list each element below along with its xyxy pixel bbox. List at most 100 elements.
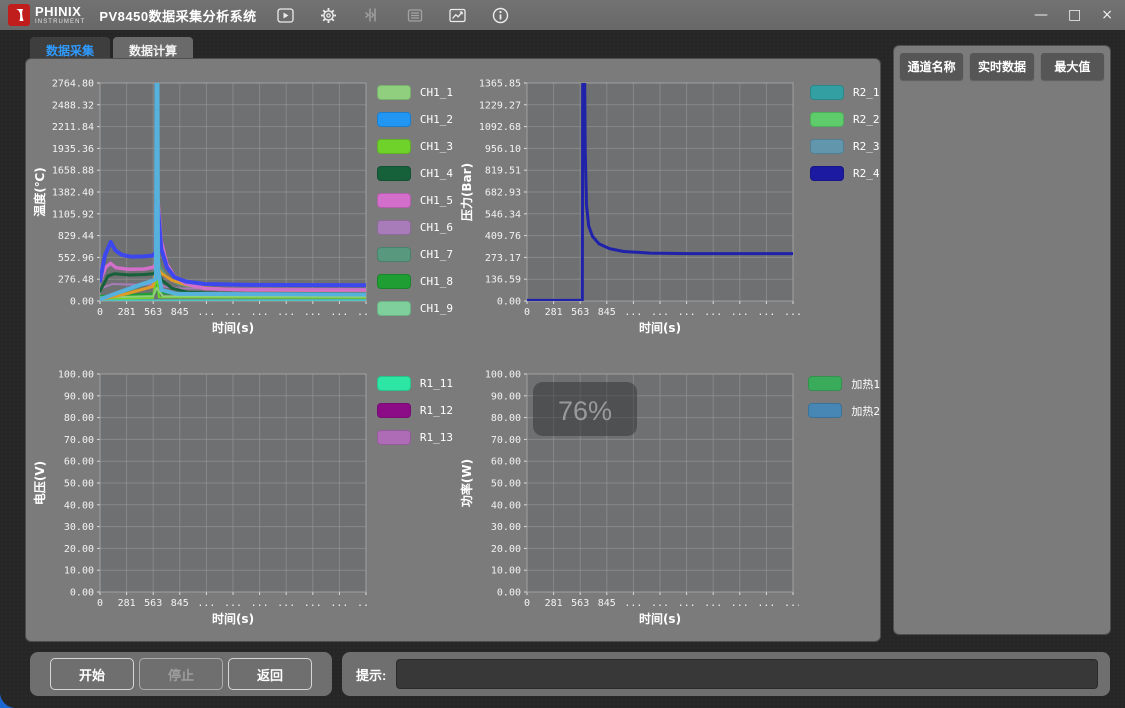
x-tick-label: ... [224,598,242,609]
x-tick-label: 281 [545,598,563,609]
chart-edit-icon[interactable] [449,6,467,24]
x-tick-label: 0 [524,307,530,318]
x-tick-label: ... [197,598,215,609]
maximize-button[interactable]: □ [1068,8,1081,22]
legend-swatch [810,166,844,181]
legend-item: R2_4 [810,166,880,181]
x-tick-label: ... [731,598,749,609]
y-tick-label: 40.00 [64,500,94,511]
legend-item: CH1_1 [377,85,453,100]
realtime-data-button[interactable]: 实时数据 [970,53,1033,80]
y-tick-label: 2764.80 [52,79,94,90]
x-tick-label: 0 [97,307,103,318]
stop-button[interactable]: 停止 [139,658,223,690]
gear-icon[interactable] [320,6,338,24]
start-button[interactable]: 开始 [50,658,134,690]
y-tick-label: 682.93 [485,188,521,199]
legend-item: CH1_7 [377,247,453,262]
channels-icon[interactable] [363,6,381,24]
legend-label: CH1_5 [420,194,453,207]
x-tick-label: ... [757,307,775,318]
x-tick-label: ... [277,307,295,318]
y-tick-label: 1229.27 [479,100,521,111]
x-tick-label: ... [224,307,242,318]
y-tick-label: 546.34 [485,209,521,220]
progress-percent: 76% [558,396,612,426]
y-tick-label: 276.48 [58,275,94,286]
play-icon[interactable] [277,6,295,24]
legend-label: CH1_6 [420,221,453,234]
x-tick-label: 563 [144,598,162,609]
data-table-body [900,80,1104,625]
brand-logo-icon [8,4,30,26]
temperature-chart: 温度(℃)2764.802488.322211.841935.361658.88… [26,59,453,350]
hint-input[interactable] [396,659,1098,689]
y-tick-label: 0.00 [70,588,94,599]
window-title: PV8450数据采集分析系统 [99,6,256,25]
brand-subtitle: INSTRUMENT [35,19,85,25]
app-window: PHINIX INSTRUMENT PV8450数据采集分析系统 [0,0,1125,708]
legend-swatch [377,139,411,154]
info-icon[interactable] [492,6,510,24]
y-tick-label: 80.00 [491,413,521,424]
legend-label: CH1_3 [420,140,453,153]
legend-item: R1_12 [377,403,453,418]
x-tick-label: ... [197,307,215,318]
y-tick-label: 90.00 [491,391,521,402]
brand-text: PHINIX INSTRUMENT [35,5,85,25]
y-tick-label: 1382.40 [52,188,94,199]
temperature-plot: 温度(℃)2764.802488.322211.841935.361658.88… [32,73,368,337]
hint-bar: 提示: [342,652,1110,696]
x-tick-label: 845 [171,598,189,609]
pressure-legend: R2_1R2_2R2_3R2_4 [810,85,880,329]
minimize-button[interactable]: — [1034,8,1048,22]
y-tick-label: 20.00 [64,544,94,555]
legend-label: 加热2 [851,403,880,419]
close-button[interactable]: × [1101,8,1113,22]
pressure-chart: 压力(Bar)1365.851229.271092.68956.10819.51… [453,59,880,350]
y-tick-label: 10.00 [491,566,521,577]
y-tick-label: 60.00 [491,457,521,468]
channel-name-button[interactable]: 通道名称 [900,53,963,80]
legend-item: CH1_9 [377,301,453,316]
y-tick-label: 829.44 [58,231,94,242]
voltage-plot: 电压(V)100.0090.0080.0070.0060.0050.0040.0… [32,364,368,628]
y-tick-label: 50.00 [64,479,94,490]
legend-swatch [810,85,844,100]
y-tick-label: 60.00 [64,457,94,468]
legend-label: R2_4 [853,167,880,180]
x-tick-label: ... [251,598,269,609]
x-tick-label: 281 [118,307,136,318]
x-tick-label: ... [624,598,642,609]
x-axis-label: 时间(s) [212,611,254,626]
legend-label: CH1_9 [420,302,453,315]
legend-item: CH1_4 [377,166,453,181]
y-tick-label: 956.10 [485,144,521,155]
y-tick-label: 409.76 [485,231,521,242]
y-axis-label: 温度(℃) [32,167,47,217]
legend-item: CH1_6 [377,220,453,235]
max-value-button[interactable]: 最大值 [1041,53,1104,80]
legend-swatch [377,220,411,235]
content-area: 数据采集 数据计算 温度(℃)2764.802488.322211.841935… [0,30,1125,708]
x-tick-label: ... [704,598,722,609]
legend-label: R1_11 [420,377,453,390]
toolbar [277,6,510,24]
back-button[interactable]: 返回 [228,658,312,690]
display-icon[interactable] [406,6,424,24]
x-tick-label: ... [357,307,368,318]
legend-item: CH1_8 [377,274,453,289]
x-tick-label: ... [704,307,722,318]
legend-item: CH1_2 [377,112,453,127]
y-tick-label: 552.96 [58,253,94,264]
x-axis-label: 时间(s) [212,320,254,335]
y-tick-label: 20.00 [491,544,521,555]
y-axis-label: 电压(V) [32,461,47,505]
legend-item: R2_1 [810,85,880,100]
legend-label: R2_1 [853,86,880,99]
legend-swatch [377,376,411,391]
data-table-panel: 通道名称 实时数据 最大值 [893,45,1111,635]
legend-item: R2_2 [810,112,880,127]
x-tick-label: ... [304,307,322,318]
legend-label: R1_12 [420,404,453,417]
